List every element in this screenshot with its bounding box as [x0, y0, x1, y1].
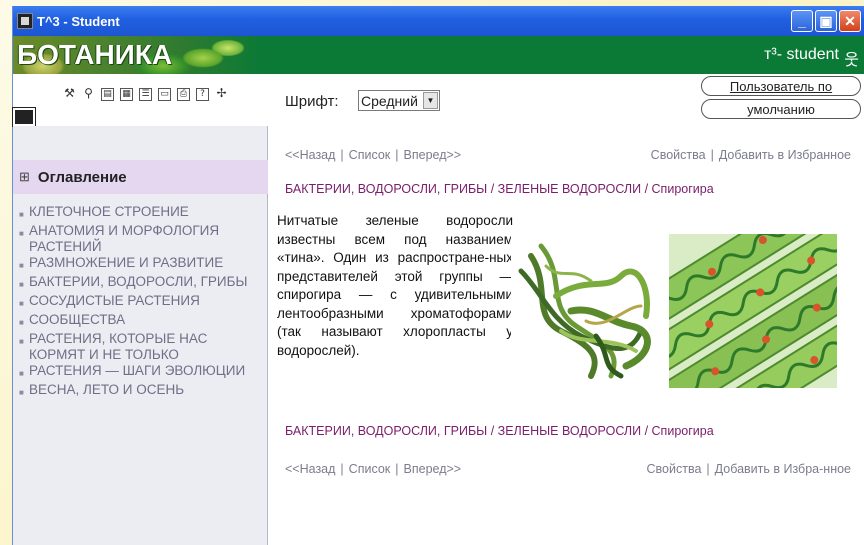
grid-icon[interactable]: ▦ [120, 88, 133, 101]
toc-item[interactable]: ■ БАКТЕРИИ, ВОДОРОСЛИ, ГРИБЫ [19, 274, 264, 293]
tools-icon[interactable]: ⚒ [63, 87, 76, 101]
toc-header: ⊞ Оглавление [13, 160, 268, 194]
page-icon[interactable]: ▭ [158, 88, 171, 101]
folder-icon: ■ [19, 280, 24, 289]
folder-icon: ■ [19, 299, 24, 308]
app-header: БОТАНИКА т³- student 웃 [13, 36, 864, 74]
font-size-value: Средний [361, 92, 418, 109]
app-window: Т^3 - Student _ ▣ ✕ БОТАНИКА т³- student… [12, 6, 864, 545]
sidebar: ⊞ Оглавление ■ КЛЕТОЧНОЕ СТРОЕНИЕ ■ АНАТОМ… [13, 126, 268, 545]
add-favorite-link[interactable]: Добавить в Избранное [719, 148, 851, 162]
toc-tree-icon: ⊞ [19, 169, 30, 184]
folder-icon: ■ [19, 229, 24, 238]
folder-icon: ■ [19, 388, 24, 397]
list-link[interactable]: Список [349, 462, 391, 476]
toc-item[interactable]: ■ АНАТОМИЯ И МОРФОЛОГИЯ РАСТЕНИЙ [19, 223, 264, 255]
help-icon[interactable]: ? [196, 88, 209, 101]
book-cover-icon [12, 107, 36, 127]
toc-item[interactable]: ■ ВЕСНА, ЛЕТО И ОСЕНЬ [19, 382, 264, 401]
font-size-select[interactable]: Средний ▼ [358, 90, 440, 111]
zoom-icon[interactable]: ⚲ [82, 87, 95, 101]
forward-link[interactable]: Вперед>> [404, 148, 462, 162]
folder-icon: ■ [19, 369, 24, 378]
breadcrumb[interactable]: БАКТЕРИИ, ВОДОРОСЛИ, ГРИБЫ / ЗЕЛЕНЫЕ ВОД… [285, 182, 714, 196]
person-icon: 웃 [844, 52, 859, 69]
folder-icon: ■ [19, 318, 24, 327]
table-icon[interactable]: ▤ [101, 88, 114, 101]
dropdown-arrow-icon[interactable]: ▼ [423, 92, 438, 109]
default-user-button-line2[interactable]: умолчанию [701, 99, 861, 119]
brand-logo-text: БОТАНИКА [17, 39, 173, 70]
font-label: Шрифт: [285, 93, 339, 110]
maximize-button[interactable]: ▣ [815, 10, 837, 32]
folder-icon: ■ [19, 261, 24, 270]
title-bar[interactable]: Т^3 - Student _ ▣ ✕ [13, 6, 864, 36]
toc-item[interactable]: ■ РАСТЕНИЯ, КОТОРЫЕ НАС КОРМЯТ И НЕ ТОЛЬК… [19, 331, 264, 363]
toolbar: ⚒ ⚲ ▤ ▦ ☰ ▭ ⎙ ? ✢ Шрифт: Средний ▼ Польз… [12, 74, 864, 127]
student-label: т³- student [764, 46, 839, 63]
back-link[interactable]: <<Назад [285, 462, 335, 476]
toolbar-icons: ⚒ ⚲ ▤ ▦ ☰ ▭ ⎙ ? ✢ [63, 87, 228, 101]
folder-icon: ■ [19, 337, 24, 346]
window-title: Т^3 - Student [37, 13, 120, 29]
spirogyra-cells-image [669, 234, 837, 388]
toc-item[interactable]: ■ СОСУДИСТЫЕ РАСТЕНИЯ [19, 293, 264, 312]
default-user-button[interactable]: Пользователь по [701, 76, 861, 96]
properties-link[interactable]: Свойства [651, 148, 706, 162]
toc-list: ■ КЛЕТОЧНОЕ СТРОЕНИЕ ■ АНАТОМИЯ И МОРФОЛОГ… [19, 204, 264, 401]
folder-icon: ■ [19, 210, 24, 219]
content-pane: <<Назад | Список | Вперед>> Свойства | Добавит… [269, 126, 864, 545]
forward-link[interactable]: Вперед>> [404, 462, 462, 476]
list-link[interactable]: Список [349, 148, 391, 162]
toc-item[interactable]: ■ РАЗМНОЖЕНИЕ И РАЗВИТИЕ [19, 255, 264, 274]
toc-item[interactable]: ■ СООБЩЕСТВА [19, 312, 264, 331]
properties-link[interactable]: Свойства [647, 462, 702, 476]
add-favorite-link[interactable]: Добавить в Избра-нное [715, 462, 851, 476]
article-text: Нитчатые зеленые водоросли известны всем… [277, 213, 513, 358]
app-icon [17, 13, 33, 29]
spirogyra-tangle-image [511, 236, 661, 384]
toc-title: Оглавление [37, 168, 127, 186]
toc-item[interactable]: ■ КЛЕТОЧНОЕ СТРОЕНИЕ [19, 204, 264, 223]
close-button[interactable]: ✕ [839, 10, 861, 32]
list-icon[interactable]: ☰ [139, 88, 152, 101]
minimize-button[interactable]: _ [791, 10, 813, 32]
toc-item[interactable]: ■ РАСТЕНИЯ — ШАГИ ЭВОЛЮЦИИ [19, 363, 264, 382]
exit-icon[interactable]: ✢ [215, 87, 228, 101]
back-link[interactable]: <<Назад [285, 148, 335, 162]
print-icon[interactable]: ⎙ [177, 88, 190, 101]
breadcrumb-bottom[interactable]: БАКТЕРИИ, ВОДОРОСЛИ, ГРИБЫ / ЗЕЛЕНЫЕ ВОД… [285, 424, 714, 438]
